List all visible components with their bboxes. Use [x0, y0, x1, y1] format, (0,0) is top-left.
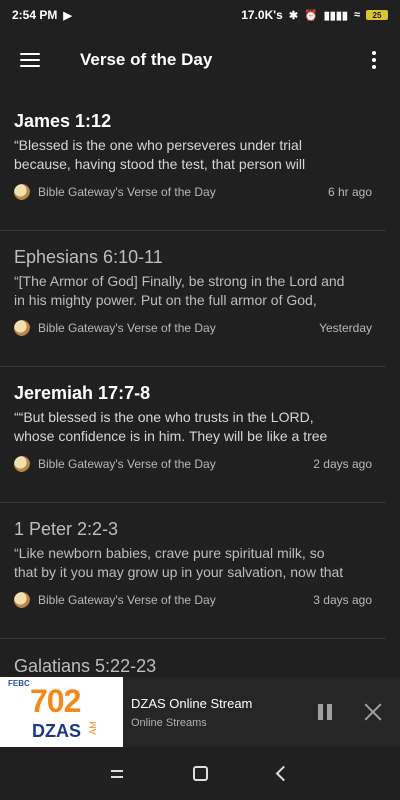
verse-card[interactable]: Jeremiah 17:7-8 ““But blessed is the one… — [0, 367, 386, 503]
timestamp: 2 days ago — [313, 457, 372, 471]
status-time: 2:54 PM — [12, 8, 58, 22]
verse-excerpt-line: ““But blessed is the one who trusts in t… — [14, 409, 314, 425]
hamburger-menu-icon[interactable] — [20, 53, 40, 67]
status-left: 2:54 PM ▶ — [12, 8, 72, 22]
verse-excerpt: “[The Armor of God] Finally, be strong i… — [14, 272, 372, 310]
verse-excerpt-line: in his mighty power. Put on the full arm… — [14, 292, 317, 308]
source-name: Bible Gateway's Verse of the Day — [38, 321, 216, 335]
station-logo-frequency: 702 — [30, 683, 81, 719]
source-name: Bible Gateway's Verse of the Day — [38, 593, 216, 607]
verse-excerpt-line: because, having stood the test, that per… — [14, 156, 306, 172]
back-icon[interactable] — [275, 765, 292, 782]
more-vert-icon[interactable] — [362, 48, 386, 72]
verse-card[interactable]: Galatians 5:22-23 — [0, 639, 400, 677]
verse-reference: James 1:12 — [14, 111, 112, 131]
station-logo-callsign: DZAS — [32, 721, 81, 741]
page-title: Verse of the Day — [80, 50, 213, 69]
verse-card[interactable]: Ephesians 6:10-11 “[The Armor of God] Fi… — [0, 231, 386, 367]
mini-player[interactable]: FEBC 702 DZAS AM DZAS Online Stream Onli… — [0, 677, 400, 747]
verse-reference: 1 Peter 2:2-3 — [14, 519, 119, 539]
source-name: Bible Gateway's Verse of the Day — [38, 185, 216, 199]
signal-icon: ▮▮▮▮ — [323, 9, 348, 22]
timestamp: 3 days ago — [313, 593, 372, 607]
verse-excerpt-line: whose confidence is in him. They will be… — [14, 428, 328, 444]
verse-card[interactable]: James 1:12 “Blessed is the one who perse… — [0, 95, 386, 231]
verse-excerpt-line: that by it you may grow up in your salva… — [14, 564, 344, 580]
app-bar: Verse of the Day — [0, 30, 400, 90]
status-bar: 2:54 PM ▶ 17.0K's ✱ ⏰ ▮▮▮▮ ≈ 25 — [0, 0, 400, 30]
verse-excerpt: “Like newborn babies, crave pure spiritu… — [14, 544, 372, 582]
status-right: 17.0K's ✱ ⏰ ▮▮▮▮ ≈ 25 — [241, 8, 388, 22]
verse-reference: Ephesians 6:10-11 — [14, 247, 163, 267]
bread-icon — [14, 184, 30, 200]
station-logo-network: FEBC — [8, 679, 30, 688]
player-info[interactable]: DZAS Online Stream Online Streams — [131, 696, 318, 729]
alarm-icon: ⏰ — [304, 9, 318, 22]
home-icon[interactable] — [193, 766, 208, 781]
play-circle-icon: ▶ — [63, 9, 72, 22]
verse-reference: Galatians 5:22-23 — [14, 656, 157, 676]
bread-icon — [14, 592, 30, 608]
bread-icon — [14, 320, 30, 336]
verse-card[interactable]: 1 Peter 2:2-3 “Like newborn babies, crav… — [0, 503, 386, 639]
verse-reference: Jeremiah 17:7-8 — [14, 383, 151, 403]
verse-meta: Bible Gateway's Verse of the Day Yesterd… — [14, 320, 372, 336]
timestamp: Yesterday — [319, 321, 372, 335]
pause-icon[interactable] — [318, 704, 334, 720]
recents-icon[interactable] — [111, 769, 123, 779]
player-title: DZAS Online Stream — [131, 695, 253, 711]
verse-excerpt: “Blessed is the one who perseveres under… — [14, 136, 372, 174]
verse-meta: Bible Gateway's Verse of the Day 3 days … — [14, 592, 372, 608]
bread-icon — [14, 456, 30, 472]
verse-meta: Bible Gateway's Verse of the Day 2 days … — [14, 456, 372, 472]
bluetooth-icon: ✱ — [288, 9, 299, 22]
verse-excerpt-line: “Blessed is the one who perseveres under… — [14, 137, 302, 153]
verse-feed: James 1:12 “Blessed is the one who perse… — [0, 95, 400, 677]
network-speed: 17.0K's — [241, 8, 283, 22]
station-logo-band: AM — [87, 721, 98, 735]
timestamp: 6 hr ago — [327, 185, 372, 199]
system-nav-bar — [0, 747, 400, 800]
verse-excerpt-line: “[The Armor of God] Finally, be strong i… — [14, 273, 345, 289]
wifi-icon: ≈ — [353, 9, 360, 21]
station-logo: FEBC 702 DZAS AM — [0, 677, 123, 747]
verse-meta: Bible Gateway's Verse of the Day 6 hr ag… — [14, 184, 372, 200]
verse-excerpt-line: “Like newborn babies, crave pure spiritu… — [14, 545, 325, 561]
close-icon[interactable] — [364, 703, 382, 721]
verse-excerpt: ““But blessed is the one who trusts in t… — [14, 408, 372, 446]
source-name: Bible Gateway's Verse of the Day — [38, 457, 216, 471]
player-subtitle: Online Streams — [131, 716, 207, 729]
battery-icon: 25 — [366, 10, 388, 20]
